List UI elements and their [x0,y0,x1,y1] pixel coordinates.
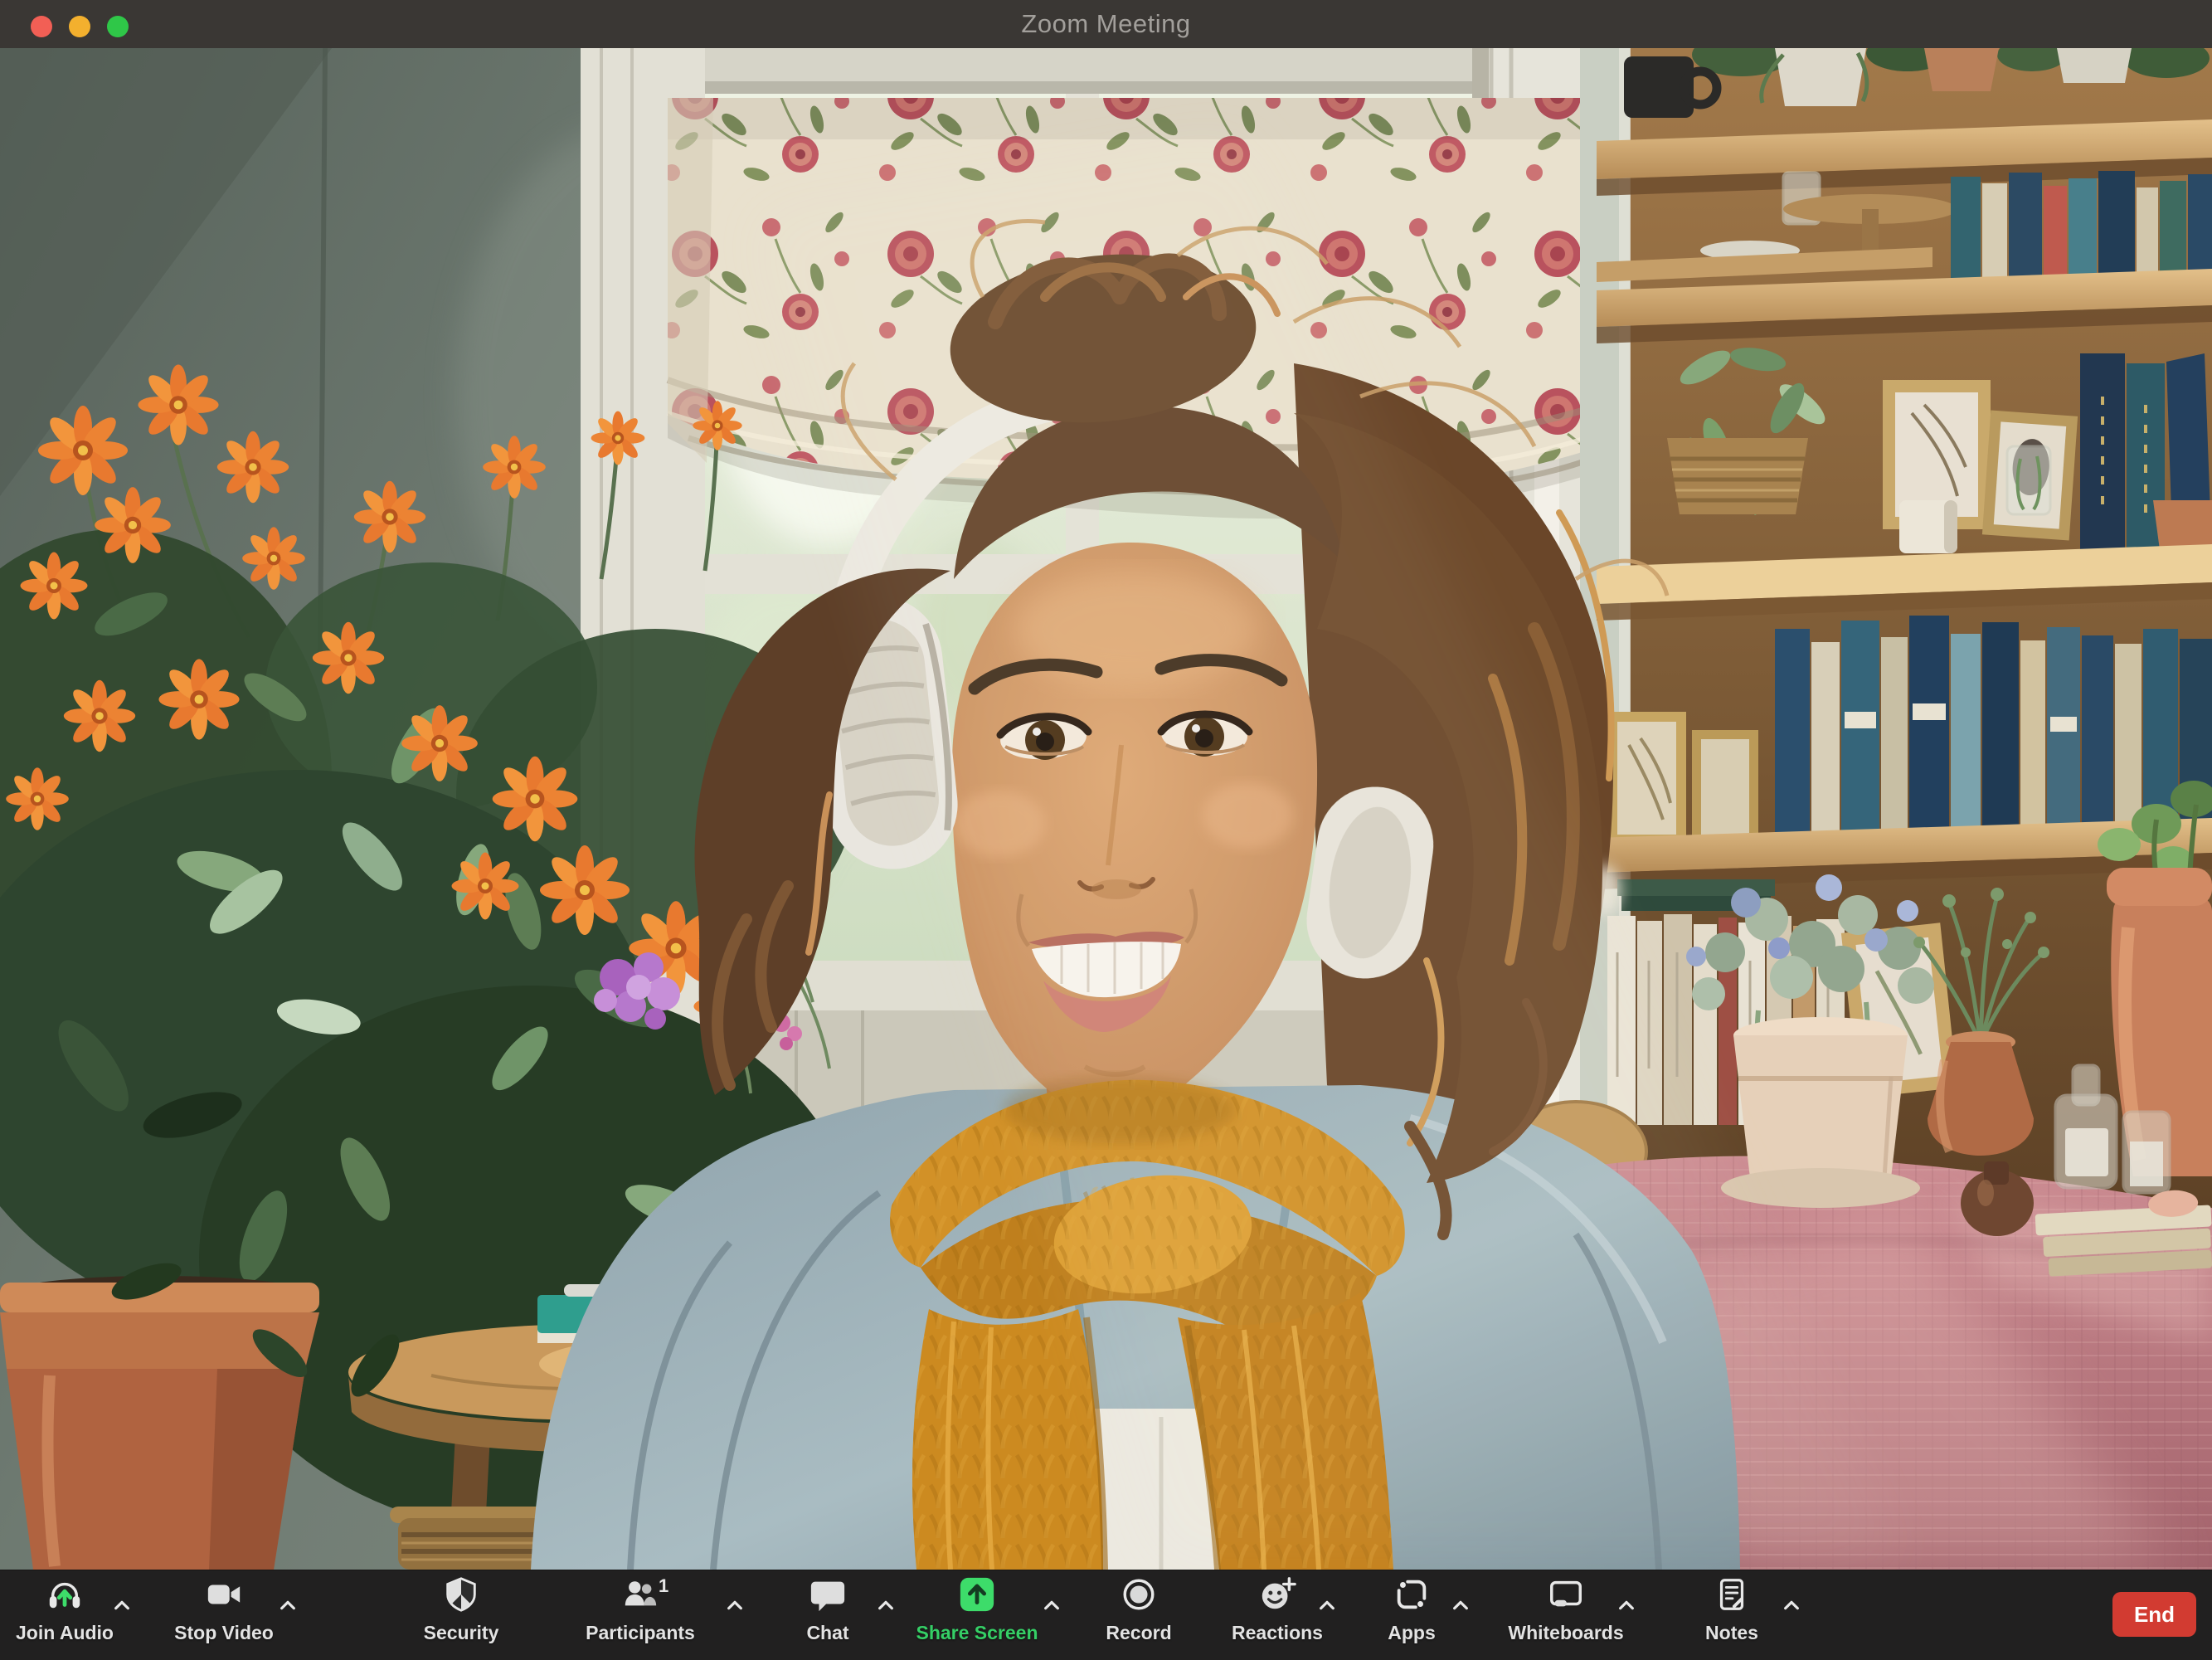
video-feed [0,48,2212,1570]
chat-button[interactable]: Chat [761,1575,894,1644]
join-audio-label: Join Audio [16,1622,114,1643]
headphones-icon [49,1582,80,1609]
apps-button[interactable]: Apps [1345,1575,1478,1644]
record-button[interactable]: Record [1072,1575,1205,1644]
stop-video-button[interactable]: Stop Video [158,1575,295,1644]
participants-icon [625,1581,657,1606]
record-label: Record [1106,1622,1172,1643]
whiteboard-icon [1550,1580,1582,1607]
whiteboards-label: Whiteboards [1508,1622,1624,1643]
reactions-button[interactable]: Reactions [1211,1575,1344,1644]
meeting-toolbar: Join Audio Stop Video Security 1 Partici… [0,1570,2212,1660]
participant-video-scene [0,48,2212,1570]
share-screen-label: Share Screen [916,1622,1038,1643]
participants-count-badge: 1 [659,1575,669,1596]
share-screen-icon [960,1577,994,1612]
notes-icon [1719,1579,1744,1610]
participants-label: Participants [586,1622,695,1643]
apps-icon [1397,1580,1427,1609]
participants-button[interactable]: 1 Participants [574,1575,742,1644]
chevron-up-icon[interactable] [877,1599,895,1612]
stop-video-label: Stop Video [174,1622,274,1643]
titlebar: Zoom Meeting [0,0,2212,48]
chevron-up-icon[interactable] [1782,1599,1801,1612]
notes-label: Notes [1705,1622,1758,1643]
chat-bubble-icon [810,1581,845,1612]
record-icon [1123,1579,1155,1610]
security-button[interactable]: Security [395,1575,527,1644]
chevron-up-icon[interactable] [1043,1599,1061,1612]
shield-icon [446,1577,476,1612]
chevron-up-icon[interactable] [279,1599,297,1612]
apps-label: Apps [1388,1622,1436,1643]
chevron-up-icon[interactable] [726,1599,744,1612]
chevron-up-icon[interactable] [1318,1599,1336,1612]
join-audio-button[interactable]: Join Audio [0,1575,131,1644]
whiteboards-button[interactable]: Whiteboards [1500,1575,1634,1644]
notes-button[interactable]: Notes [1665,1575,1801,1644]
smiley-plus-icon [1262,1577,1296,1609]
window-title: Zoom Meeting [1021,9,1191,38]
video-camera-icon [207,1585,241,1604]
end-meeting-button[interactable]: End [2112,1592,2196,1637]
chevron-up-icon[interactable] [1451,1599,1470,1612]
bookshelf-row-upper [1951,171,2212,286]
chevron-up-icon[interactable] [1617,1599,1636,1612]
security-label: Security [423,1622,499,1643]
reactions-label: Reactions [1232,1622,1323,1643]
share-screen-button[interactable]: Share Screen [911,1575,1059,1644]
chevron-up-icon[interactable] [113,1599,131,1612]
zoom-meeting-window: { "titlebar": { "title": "Zoom Meeting",… [0,0,2212,1660]
chat-label: Chat [806,1622,849,1643]
